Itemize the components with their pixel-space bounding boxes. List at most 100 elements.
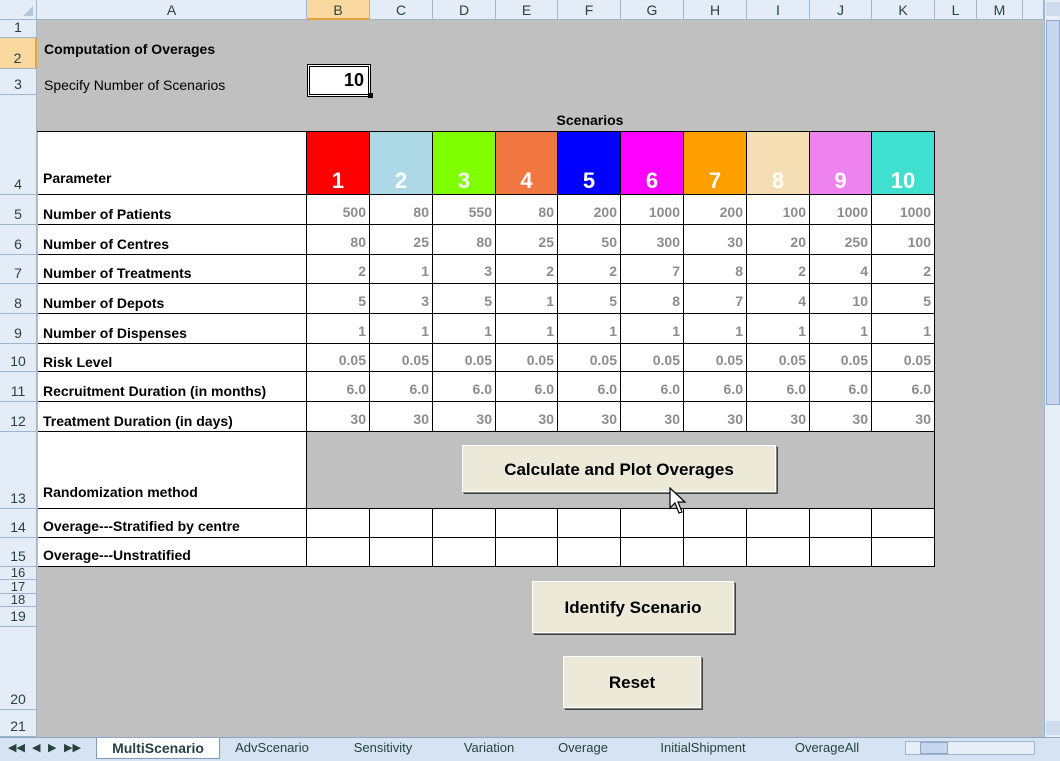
overage-result-cell[interactable] bbox=[558, 538, 621, 567]
column-header-a[interactable]: A bbox=[37, 0, 307, 20]
column-header-f[interactable]: F bbox=[558, 0, 621, 20]
parameter-value-cell[interactable]: 80 bbox=[496, 195, 558, 225]
parameter-value-cell[interactable]: 10 bbox=[810, 284, 872, 314]
row-header-5[interactable]: 5 bbox=[0, 195, 37, 225]
overage-result-cell[interactable] bbox=[684, 538, 747, 567]
parameter-value-cell[interactable]: 2 bbox=[872, 255, 935, 284]
parameter-value-cell[interactable]: 1 bbox=[872, 314, 935, 344]
parameter-value-cell[interactable]: 3 bbox=[370, 284, 433, 314]
parameter-value-cell[interactable]: 30 bbox=[747, 402, 810, 432]
parameter-value-cell[interactable]: 3 bbox=[433, 255, 496, 284]
sheet-tab-initialshipment[interactable]: InitialShipment bbox=[628, 738, 778, 758]
sheet-tab-sensitivity[interactable]: Sensitivity bbox=[326, 738, 440, 758]
sheet-tab-overageall[interactable]: OverageAll bbox=[778, 738, 876, 758]
parameter-value-cell[interactable]: 1 bbox=[747, 314, 810, 344]
parameter-value-cell[interactable]: 100 bbox=[747, 195, 810, 225]
reset-button[interactable]: Reset bbox=[563, 656, 701, 708]
parameter-value-cell[interactable]: 1000 bbox=[621, 195, 684, 225]
parameter-value-cell[interactable]: 0.05 bbox=[810, 344, 872, 372]
parameter-value-cell[interactable]: 1 bbox=[810, 314, 872, 344]
parameter-value-cell[interactable]: 30 bbox=[558, 402, 621, 432]
overage-result-cell[interactable] bbox=[370, 509, 433, 538]
parameter-value-cell[interactable]: 6.0 bbox=[370, 372, 433, 402]
identify-scenario-button[interactable]: Identify Scenario bbox=[532, 581, 734, 633]
scroll-down-arrow-icon[interactable] bbox=[1046, 721, 1060, 735]
parameter-value-cell[interactable]: 6.0 bbox=[433, 372, 496, 402]
parameter-value-cell[interactable]: 5 bbox=[558, 284, 621, 314]
parameter-value-cell[interactable]: 200 bbox=[558, 195, 621, 225]
row-header-14[interactable]: 14 bbox=[0, 509, 37, 538]
parameter-value-cell[interactable]: 80 bbox=[370, 195, 433, 225]
parameter-value-cell[interactable]: 20 bbox=[747, 225, 810, 255]
overage-result-cell[interactable] bbox=[558, 509, 621, 538]
overage-result-cell[interactable] bbox=[684, 509, 747, 538]
parameter-value-cell[interactable]: 200 bbox=[684, 195, 747, 225]
sheet-tab-variation[interactable]: Variation bbox=[440, 738, 538, 758]
overage-result-cell[interactable] bbox=[872, 538, 935, 567]
parameter-value-cell[interactable]: 30 bbox=[433, 402, 496, 432]
scroll-thumb[interactable] bbox=[1046, 20, 1060, 405]
parameter-value-cell[interactable]: 1 bbox=[621, 314, 684, 344]
parameter-value-cell[interactable]: 25 bbox=[496, 225, 558, 255]
column-header-i[interactable]: I bbox=[747, 0, 810, 20]
overage-result-cell[interactable] bbox=[810, 509, 872, 538]
row-header-20[interactable]: 20 bbox=[0, 627, 37, 710]
parameter-value-cell[interactable]: 1 bbox=[496, 284, 558, 314]
parameter-value-cell[interactable]: 2 bbox=[496, 255, 558, 284]
parameter-value-cell[interactable]: 1 bbox=[496, 314, 558, 344]
overage-result-cell[interactable] bbox=[496, 538, 558, 567]
parameter-value-cell[interactable]: 300 bbox=[621, 225, 684, 255]
parameter-value-cell[interactable]: 0.05 bbox=[307, 344, 370, 372]
parameter-value-cell[interactable]: 50 bbox=[558, 225, 621, 255]
row-header-9[interactable]: 9 bbox=[0, 314, 37, 344]
column-header-d[interactable]: D bbox=[433, 0, 496, 20]
overage-result-cell[interactable] bbox=[307, 538, 370, 567]
parameter-value-cell[interactable]: 0.05 bbox=[496, 344, 558, 372]
row-header-8[interactable]: 8 bbox=[0, 284, 37, 314]
tab-nav-first-icon[interactable]: ◀◀ bbox=[8, 741, 25, 754]
parameter-value-cell[interactable]: 500 bbox=[307, 195, 370, 225]
row-header-6[interactable]: 6 bbox=[0, 225, 37, 255]
parameter-value-cell[interactable]: 4 bbox=[747, 284, 810, 314]
parameter-value-cell[interactable]: 25 bbox=[370, 225, 433, 255]
parameter-value-cell[interactable]: 5 bbox=[872, 284, 935, 314]
parameter-value-cell[interactable]: 30 bbox=[810, 402, 872, 432]
parameter-value-cell[interactable]: 0.05 bbox=[747, 344, 810, 372]
column-header-e[interactable]: E bbox=[496, 0, 558, 20]
parameter-value-cell[interactable]: 8 bbox=[684, 255, 747, 284]
parameter-value-cell[interactable]: 5 bbox=[433, 284, 496, 314]
sheet-tab-advscenario[interactable]: AdvScenario bbox=[218, 738, 326, 758]
overage-result-cell[interactable] bbox=[747, 509, 810, 538]
scroll-up-arrow-icon[interactable] bbox=[1046, 2, 1060, 16]
parameter-value-cell[interactable]: 30 bbox=[684, 402, 747, 432]
parameter-value-cell[interactable]: 1 bbox=[433, 314, 496, 344]
column-header-k[interactable]: K bbox=[872, 0, 935, 20]
row-header-3[interactable]: 3 bbox=[0, 69, 37, 95]
parameter-value-cell[interactable]: 0.05 bbox=[433, 344, 496, 372]
select-all-corner[interactable] bbox=[0, 0, 37, 20]
row-header-13[interactable]: 13 bbox=[0, 432, 37, 509]
parameter-value-cell[interactable]: 100 bbox=[872, 225, 935, 255]
overage-result-cell[interactable] bbox=[747, 538, 810, 567]
overage-result-cell[interactable] bbox=[621, 538, 684, 567]
fill-handle[interactable] bbox=[368, 93, 373, 98]
row-header-2[interactable]: 2 bbox=[0, 38, 37, 69]
sheet-tab-overage[interactable]: Overage bbox=[538, 738, 628, 758]
column-header-g[interactable]: G bbox=[621, 0, 684, 20]
parameter-value-cell[interactable]: 1 bbox=[558, 314, 621, 344]
parameter-value-cell[interactable]: 1000 bbox=[872, 195, 935, 225]
column-header-j[interactable]: J bbox=[810, 0, 872, 20]
row-header-19[interactable]: 19 bbox=[0, 607, 37, 627]
column-header-m[interactable]: M bbox=[977, 0, 1023, 20]
parameter-value-cell[interactable]: 0.05 bbox=[621, 344, 684, 372]
parameter-value-cell[interactable]: 6.0 bbox=[558, 372, 621, 402]
parameter-value-cell[interactable]: 2 bbox=[558, 255, 621, 284]
parameter-value-cell[interactable]: 0.05 bbox=[872, 344, 935, 372]
column-header-l[interactable]: L bbox=[935, 0, 977, 20]
column-header-b[interactable]: B bbox=[307, 0, 370, 20]
parameter-value-cell[interactable]: 30 bbox=[496, 402, 558, 432]
parameter-value-cell[interactable]: 8 bbox=[621, 284, 684, 314]
overage-result-cell[interactable] bbox=[810, 538, 872, 567]
tab-nav-prev-icon[interactable]: ◀ bbox=[32, 741, 40, 754]
parameter-value-cell[interactable]: 0.05 bbox=[370, 344, 433, 372]
